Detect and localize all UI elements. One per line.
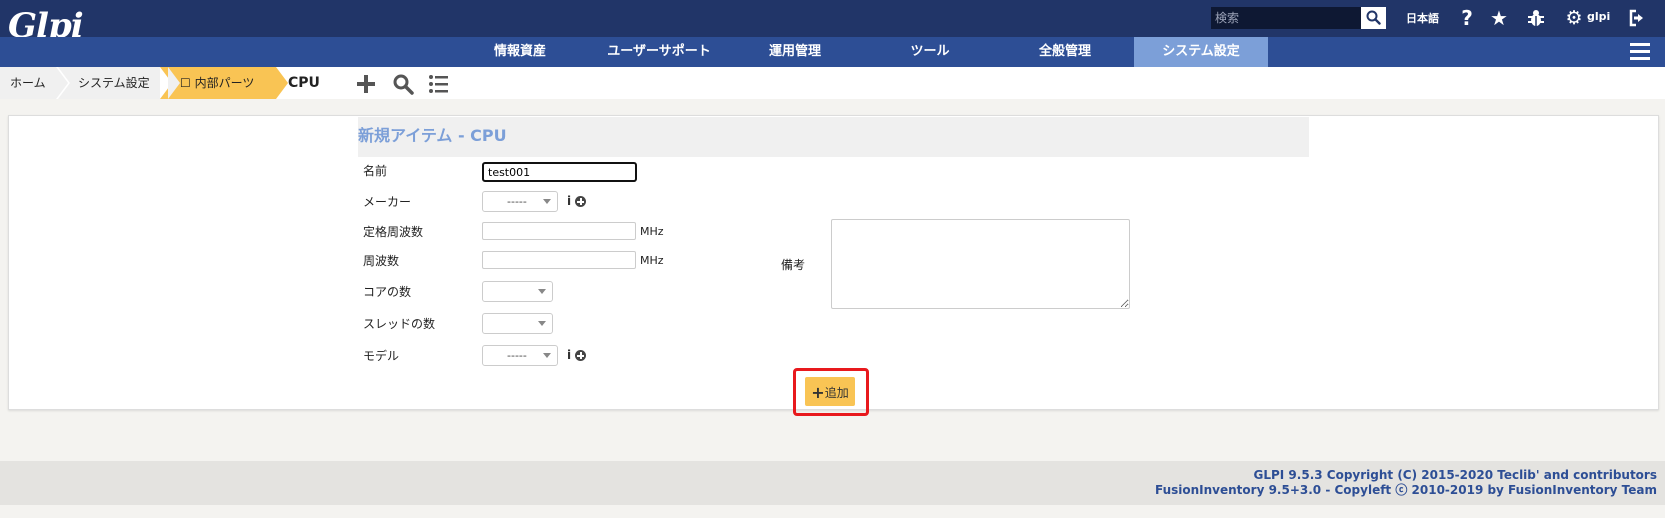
- footer-copyright-glpi[interactable]: GLPI 9.5.3 Copyright (C) 2015-2020 Tecli…: [1254, 468, 1658, 482]
- chevron-down-icon: [538, 289, 546, 294]
- breadcrumb-current-cpu: CPU: [288, 75, 320, 91]
- search-icon: [1366, 10, 1381, 25]
- frequency-input[interactable]: [482, 251, 636, 269]
- frequency-label: 周波数: [363, 254, 400, 268]
- chevron-down-icon: [543, 353, 551, 358]
- nominal-frequency-label: 定格周波数: [363, 225, 424, 239]
- model-label: モデル: [363, 349, 400, 363]
- form-title: 新規アイテム - CPU: [358, 126, 507, 145]
- add-button-label: 追加: [824, 386, 849, 400]
- gear-icon[interactable]: ⚙: [1564, 4, 1584, 32]
- menu-item-tools[interactable]: ツール: [880, 37, 980, 67]
- chevron-down-icon: [543, 199, 551, 204]
- menu-item-assistance[interactable]: ユーザーサポート: [595, 37, 723, 67]
- logout-icon[interactable]: [1628, 4, 1650, 32]
- menu-item-assets[interactable]: 情報資産: [470, 37, 570, 67]
- global-search-input[interactable]: [1211, 7, 1361, 29]
- plus-icon: +: [811, 383, 825, 402]
- manufacturer-add-icon[interactable]: [575, 196, 586, 207]
- footer-copyright-fusioninventory[interactable]: FusionInventory 9.5+3.0 - Copyleft ⓒ 201…: [1155, 483, 1657, 497]
- manufacturer-dropdown[interactable]: -----: [482, 191, 558, 212]
- search-button[interactable]: [1361, 7, 1386, 29]
- manufacturer-value: -----: [507, 195, 527, 208]
- main-menu-bar: 情報資産 ユーザーサポート 運用管理 ツール 全般管理 システム設定: [0, 37, 1665, 67]
- model-info-icon[interactable]: i: [567, 347, 571, 363]
- cores-label: コアの数: [363, 285, 412, 299]
- hamburger-menu-icon[interactable]: [1630, 43, 1650, 61]
- breadcrumb: ホーム システム設定 ☐ 内部パーツ: [0, 67, 1665, 99]
- threads-dropdown[interactable]: [482, 313, 553, 334]
- bug-icon[interactable]: [1526, 4, 1546, 32]
- help-icon[interactable]: ?: [1457, 4, 1477, 32]
- frequency-unit: MHz: [640, 254, 664, 267]
- name-label: 名前: [363, 164, 388, 178]
- breadcrumb-home[interactable]: ホーム: [0, 67, 68, 99]
- add-button[interactable]: +追加: [805, 377, 855, 406]
- breadcrumb-setup[interactable]: システム設定: [58, 67, 180, 99]
- menu-item-setup[interactable]: システム設定: [1134, 37, 1268, 67]
- add-icon[interactable]: [355, 73, 377, 95]
- model-add-icon[interactable]: [575, 350, 586, 361]
- name-input[interactable]: [482, 162, 637, 182]
- user-name[interactable]: glpi: [1587, 3, 1610, 31]
- breadcrumb-setup-label: システム設定: [78, 76, 150, 90]
- model-value: -----: [507, 349, 527, 362]
- cores-dropdown[interactable]: [482, 281, 553, 302]
- nominal-frequency-input[interactable]: [482, 222, 636, 240]
- comment-textarea[interactable]: [831, 219, 1130, 309]
- chevron-down-icon: [538, 321, 546, 326]
- menu-item-management[interactable]: 運用管理: [745, 37, 845, 67]
- breadcrumb-home-label: ホーム: [10, 76, 46, 90]
- menu-item-administration[interactable]: 全般管理: [1015, 37, 1115, 67]
- model-dropdown[interactable]: -----: [482, 345, 558, 366]
- manufacturer-label: メーカー: [363, 195, 412, 209]
- nominal-frequency-unit: MHz: [640, 225, 664, 238]
- list-icon[interactable]: [428, 73, 450, 95]
- breadcrumb-components-label: ☐ 内部パーツ: [180, 76, 255, 90]
- language-selector[interactable]: 日本語: [1406, 5, 1439, 33]
- star-icon[interactable]: ★: [1488, 4, 1510, 32]
- search-icon[interactable]: [392, 73, 414, 95]
- threads-label: スレッドの数: [363, 317, 436, 331]
- comment-label: 備考: [781, 258, 806, 272]
- manufacturer-info-icon[interactable]: i: [567, 193, 571, 209]
